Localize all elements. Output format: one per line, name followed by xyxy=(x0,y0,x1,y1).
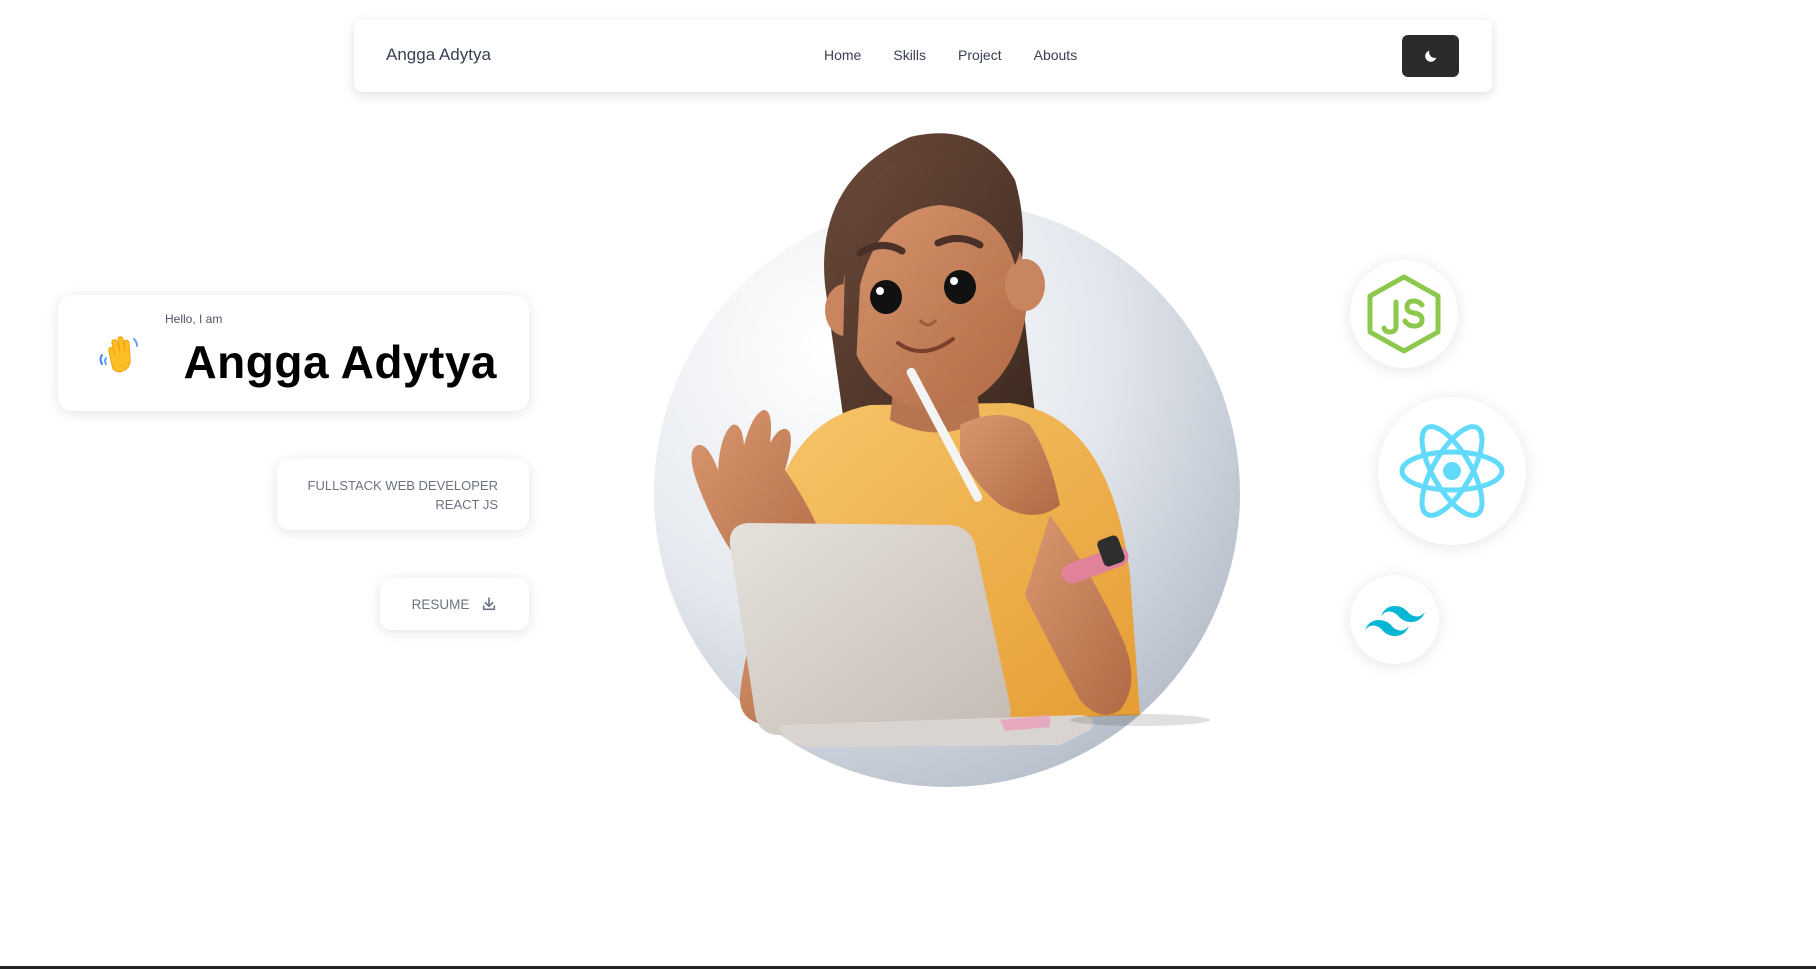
page: Angga Adytya Home Skills Project Abouts … xyxy=(0,0,1816,969)
nav-links: Home Skills Project Abouts xyxy=(824,47,1077,63)
nav-link-abouts[interactable]: Abouts xyxy=(1034,47,1078,63)
resume-label: RESUME xyxy=(411,596,470,612)
greeting-text: Hello, I am xyxy=(165,312,223,326)
avatar-illustration xyxy=(654,133,1240,787)
nodejs-logo-icon xyxy=(1367,274,1441,354)
role-lines: FULLSTACK WEB DEVELOPER REACT JS xyxy=(308,476,498,514)
download-icon xyxy=(483,597,496,611)
react-badge[interactable] xyxy=(1378,397,1526,545)
role-line-title: FULLSTACK WEB DEVELOPER xyxy=(307,478,498,493)
intro-card: Hello, I am Angga Adytya xyxy=(58,295,529,411)
brand-link[interactable]: Angga Adytya xyxy=(386,45,491,65)
theme-toggle-button[interactable] xyxy=(1402,35,1459,77)
moon-icon xyxy=(1424,50,1436,62)
nav-link-skills[interactable]: Skills xyxy=(893,47,926,63)
tailwind-logo-icon xyxy=(1364,605,1425,636)
react-logo-icon xyxy=(1399,424,1505,518)
waving-hand-icon xyxy=(99,336,138,373)
nav-link-project[interactable]: Project xyxy=(958,47,1002,63)
hero-name: Angga Adytya xyxy=(183,336,497,388)
role-line-stack: REACT JS xyxy=(435,497,498,512)
nodejs-badge[interactable] xyxy=(1350,260,1458,368)
navbar: Angga Adytya Home Skills Project Abouts xyxy=(354,20,1492,92)
role-card: FULLSTACK WEB DEVELOPER REACT JS xyxy=(277,459,529,530)
tailwind-badge[interactable] xyxy=(1350,575,1439,664)
nav-link-home[interactable]: Home xyxy=(824,47,861,63)
resume-button[interactable]: RESUME xyxy=(380,578,529,630)
